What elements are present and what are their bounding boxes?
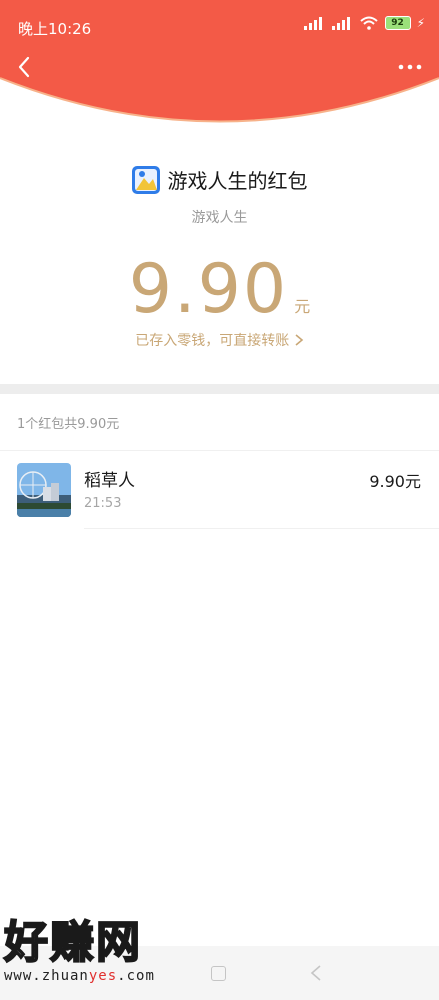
- watermark-url: www.zhuanyes.com: [4, 968, 204, 984]
- signal-icon: [303, 17, 322, 30]
- packet-subtitle: 游戏人生: [191, 210, 248, 226]
- section-divider: [0, 384, 439, 394]
- signal-icon-2: [331, 17, 350, 30]
- avatar-image: [17, 463, 71, 517]
- status-time: 晚上10:26: [18, 20, 92, 38]
- record-divider: [84, 528, 439, 529]
- home-button[interactable]: [211, 966, 226, 981]
- game-app-icon: [131, 165, 160, 194]
- packet-summary: 1个红包共9.90元: [17, 417, 120, 432]
- amount-unit: 元: [294, 297, 311, 316]
- watermark-logo: 好赚网 www.zhuanyes.com: [3, 917, 204, 994]
- stored-text: 已存入零钱，可直接转账: [135, 333, 290, 349]
- record-time: 21:53: [84, 496, 122, 511]
- avatar: [17, 463, 71, 517]
- list-item[interactable]: 稻草人 21:53 9.90元: [0, 458, 439, 528]
- record-amount: 9.90元: [369, 472, 421, 491]
- wifi-icon: [359, 16, 378, 30]
- packet-title-row: 游戏人生的红包: [0, 165, 439, 194]
- watermark-url-prefix: www.zhuan: [4, 968, 89, 984]
- charging-icon: ⚡: [416, 16, 425, 30]
- packet-amount: 9.90: [128, 250, 289, 329]
- back-button[interactable]: [10, 52, 40, 82]
- status-icons: 92 ⚡: [303, 16, 425, 30]
- nav-back-icon[interactable]: [308, 963, 324, 983]
- stored-to-change-link[interactable]: 已存入零钱，可直接转账: [0, 330, 439, 350]
- watermark-url-accent: yes: [88, 968, 118, 984]
- battery-icon: 92: [384, 16, 411, 30]
- summary-divider: [0, 450, 439, 451]
- amount-row: 9.90 元: [0, 250, 439, 329]
- more-button[interactable]: [395, 55, 425, 79]
- record-sender: 稻草人: [84, 471, 135, 491]
- watermark-url-suffix: .com: [117, 968, 155, 984]
- packet-title: 游戏人生的红包: [167, 169, 308, 193]
- more-dots-icon: [398, 64, 422, 70]
- watermark-title: 好赚网: [3, 917, 142, 969]
- chevron-left-icon: [18, 56, 30, 78]
- chevron-right-icon: [295, 334, 303, 346]
- status-bar: 晚上10:26 92 ⚡: [0, 0, 439, 50]
